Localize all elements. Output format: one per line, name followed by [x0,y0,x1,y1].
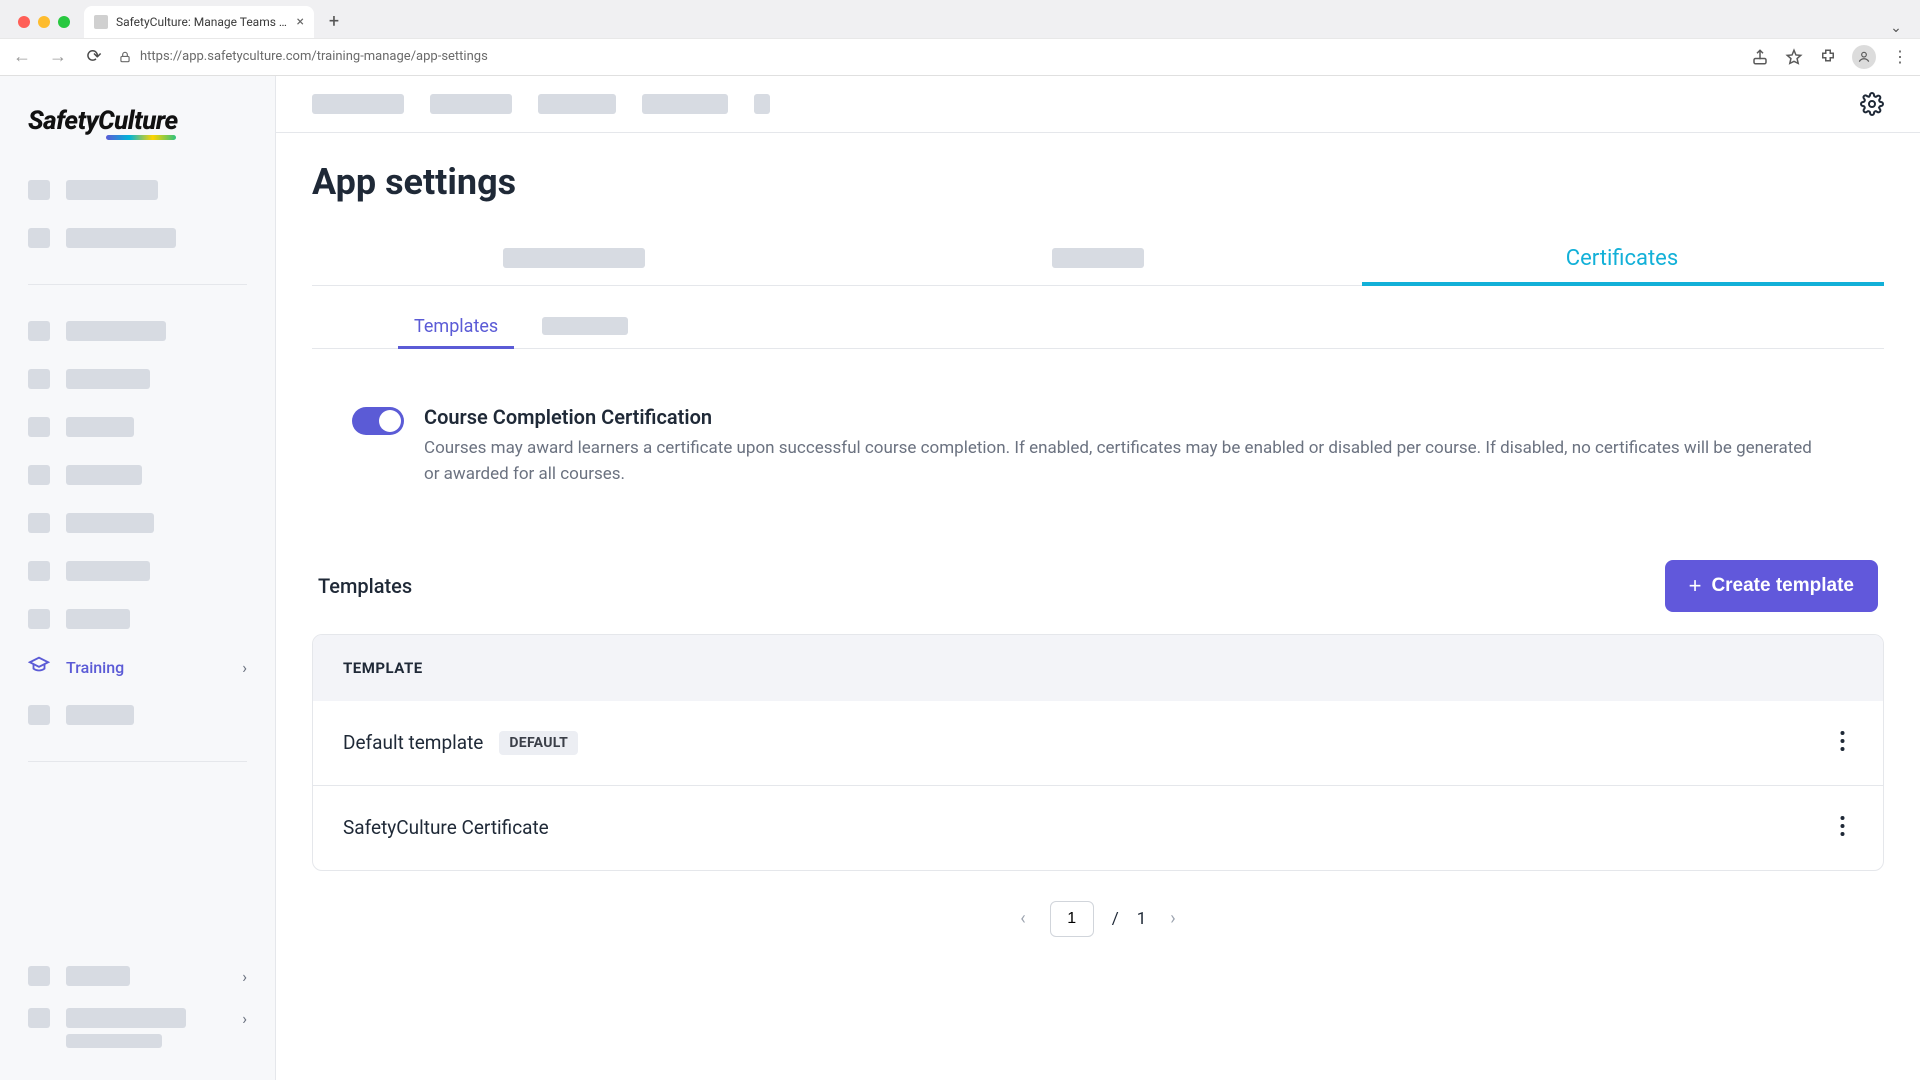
plus-icon: + [1689,573,1702,599]
minimize-window-button[interactable] [38,16,50,28]
template-name: SafetyCulture Certificate [343,816,549,839]
back-button[interactable]: ← [10,45,34,69]
sidebar-item-skeleton[interactable]: › [20,952,255,1000]
sidebar-item-skeleton[interactable] [20,166,255,214]
tab-favicon [94,15,108,29]
bookmark-star-icon[interactable] [1784,47,1804,67]
breadcrumb-skeleton [754,94,770,114]
tab-templates[interactable]: Templates [392,304,520,348]
browser-chrome: SafetyCulture: Manage Teams and ... × + … [0,0,1920,76]
sidebar-item-skeleton[interactable] [20,691,255,739]
setting-description: Courses may award learners a certificate… [424,435,1824,488]
address-bar[interactable]: https://app.safetyculture.com/training-m… [118,49,1738,64]
templates-heading: Templates [318,574,412,598]
next-page-button[interactable]: › [1164,904,1181,933]
sidebar-item-training[interactable]: Training › [20,643,255,691]
chevron-right-icon: › [242,1009,247,1028]
table-row[interactable]: SafetyCulture Certificate [313,785,1883,870]
breadcrumb-skeleton [538,94,616,114]
primary-tab-skeleton[interactable] [836,231,1360,285]
course-completion-toggle[interactable] [352,407,404,435]
page-input[interactable] [1050,901,1094,937]
sidebar-item-skeleton[interactable] [20,547,255,595]
url-text: https://app.safetyculture.com/training-m… [140,49,488,64]
default-badge: DEFAULT [499,731,578,755]
graduation-cap-icon [28,654,50,680]
main-content: App settings Certificates Templates Cour… [276,76,1920,1080]
sidebar-item-skeleton[interactable] [20,595,255,643]
row-menu-button[interactable] [1832,727,1853,759]
pagination: ‹ / 1 › [312,901,1884,937]
table-column-header: TEMPLATE [313,635,1883,701]
chevron-right-icon: › [242,658,247,677]
close-tab-icon[interactable]: × [297,14,304,30]
tab-certificates[interactable]: Certificates [1360,231,1884,285]
profile-avatar-icon[interactable] [1852,45,1876,69]
window-controls [12,16,80,38]
create-template-button[interactable]: + Create template [1665,560,1878,612]
sidebar-item-skeleton[interactable] [20,403,255,451]
sidebar-item-skeleton[interactable] [20,451,255,499]
sidebar-item-skeleton[interactable] [20,355,255,403]
setting-title: Course Completion Certification [424,405,1824,429]
breadcrumb-skeleton [430,94,512,114]
browser-tab[interactable]: SafetyCulture: Manage Teams and ... × [84,6,314,38]
settings-gear-icon[interactable] [1860,92,1884,116]
secondary-tab-skeleton[interactable] [520,304,650,348]
primary-tab-skeleton[interactable] [312,231,836,285]
secondary-tabs: Templates [312,286,1884,349]
extensions-icon[interactable] [1818,47,1838,67]
breadcrumb-skeleton [642,94,728,114]
breadcrumb-skeleton [312,94,404,114]
forward-button[interactable]: → [46,45,70,69]
new-tab-button[interactable]: + [320,8,348,36]
lock-icon [118,50,132,64]
prev-page-button[interactable]: ‹ [1014,904,1031,933]
sidebar-item-skeleton[interactable] [20,307,255,355]
fullscreen-window-button[interactable] [58,16,70,28]
tab-title: SafetyCulture: Manage Teams and ... [116,15,289,29]
close-window-button[interactable] [18,16,30,28]
row-menu-button[interactable] [1832,812,1853,844]
total-pages: 1 [1137,909,1147,929]
primary-tabs: Certificates [312,231,1884,286]
page-title: App settings [312,161,1884,203]
sidebar-item-label: Training [66,658,124,677]
template-name: Default template [343,731,483,754]
sidebar-item-skeleton[interactable] [20,499,255,547]
topbar [276,76,1920,132]
templates-table: TEMPLATE Default template DEFAULT SafetyCu… [312,634,1884,871]
table-row[interactable]: Default template DEFAULT [313,701,1883,785]
reload-button[interactable]: ⟳ [82,45,106,69]
sidebar-item-skeleton[interactable] [20,214,255,262]
share-icon[interactable] [1750,47,1770,67]
browser-menu-icon[interactable]: ⋮ [1890,47,1910,67]
chevron-right-icon: › [242,967,247,986]
sidebar-item-skeleton[interactable]: › [20,1000,255,1056]
app-logo[interactable]: SafetyCulture [0,98,275,166]
sidebar: SafetyCulture Training › [0,76,276,1080]
tabs-dropdown-icon[interactable]: ⌄ [1882,20,1910,36]
